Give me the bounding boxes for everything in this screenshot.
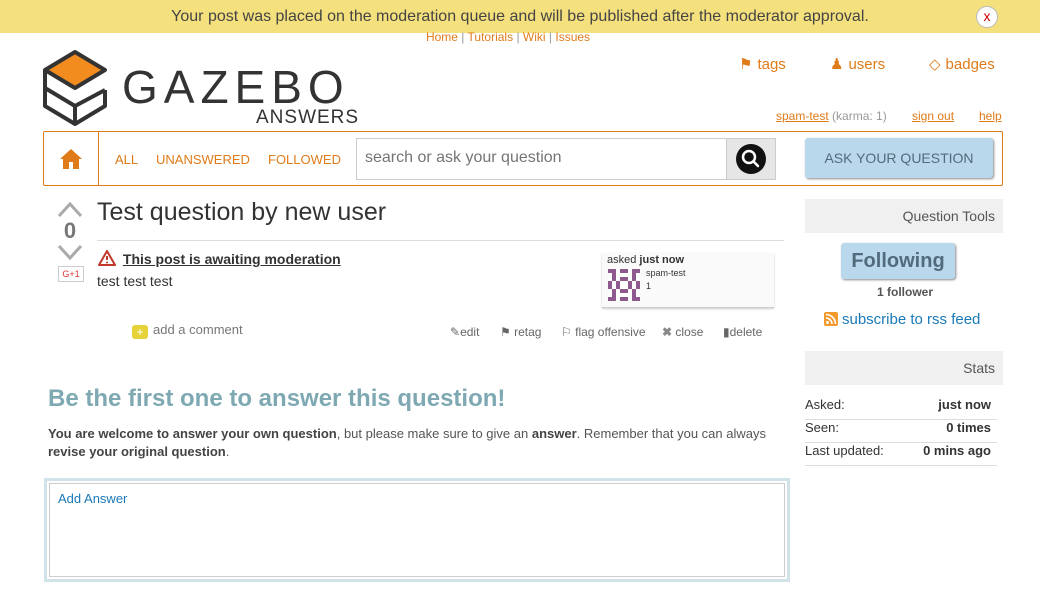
diamond-icon: ◇	[929, 56, 941, 73]
top-link-tutorials[interactable]: Tutorials	[468, 30, 514, 44]
rss-icon	[824, 312, 838, 326]
tag-icon: ⚑	[500, 325, 511, 339]
flag-icon: ⚐	[561, 325, 572, 339]
users-icon: ♟	[830, 56, 844, 73]
close-action[interactable]: ✖ close	[662, 325, 703, 339]
stat-seen: Seen: 0 times	[805, 420, 997, 443]
rss-label: subscribe to rss feed	[842, 311, 981, 328]
question-title: Test question by new user	[97, 198, 387, 226]
question-body: test test test	[97, 273, 173, 289]
trash-icon: ▮	[723, 325, 730, 339]
instr-bold-2: answer	[531, 426, 577, 441]
nav-tags[interactable]: ⚑ tags	[739, 55, 786, 73]
delete-label: delete	[729, 325, 763, 339]
add-comment-link[interactable]: + add a comment	[132, 322, 243, 339]
nav-badges-label: badges	[945, 56, 995, 73]
author-link[interactable]: spam-test	[646, 268, 686, 278]
moderation-notice: This post is awaiting moderation	[98, 250, 341, 267]
user-karma: (karma: 1)	[832, 109, 887, 123]
stat-value: just now	[938, 397, 991, 412]
close-x-icon: ✖	[662, 325, 673, 339]
scope-followed[interactable]: FOLLOWED	[268, 152, 341, 167]
stat-value: 0 mins ago	[923, 443, 991, 458]
logo-wordmark: GAZEBO	[122, 61, 350, 113]
downvote-button[interactable]	[57, 244, 83, 267]
user-info: spam-test (karma: 1)	[776, 109, 887, 123]
answer-editor-inner[interactable]: Add Answer	[49, 483, 785, 577]
stat-label: Seen:	[805, 420, 839, 435]
nav-tags-label: tags	[757, 56, 786, 73]
logo-subtitle: ANSWERS	[256, 107, 360, 128]
answer-instructions: You are welcome to answer your own quest…	[48, 425, 783, 461]
home-button[interactable]	[44, 132, 99, 185]
stat-updated: Last updated: 0 mins ago	[805, 443, 997, 466]
asked-label: asked	[607, 254, 637, 266]
top-links: Home | Tutorials | Wiki | Issues	[425, 30, 591, 44]
signout-link[interactable]: sign out	[912, 109, 954, 123]
top-link-home[interactable]: Home	[426, 30, 458, 44]
help-link[interactable]: help	[979, 109, 1002, 123]
asked-time: just now	[639, 254, 685, 266]
moderation-text: This post is awaiting moderation	[122, 251, 341, 267]
tag-icon: ⚑	[739, 56, 753, 73]
nav-users-label: users	[848, 56, 886, 73]
comment-plus-icon: +	[132, 325, 148, 339]
top-link-wiki[interactable]: Wiki	[523, 30, 546, 44]
avatar[interactable]	[608, 269, 640, 301]
home-icon	[60, 149, 82, 169]
title-divider	[97, 240, 784, 241]
add-answer-label: Add Answer	[58, 491, 128, 506]
arrow-down-icon	[57, 244, 83, 261]
scope-unanswered[interactable]: UNANSWERED	[156, 152, 250, 167]
user-link[interactable]: spam-test	[776, 109, 829, 123]
close-icon[interactable]: x	[976, 6, 998, 28]
gazebo-cube-icon	[43, 50, 107, 126]
ask-question-button[interactable]: ASK YOUR QUESTION	[805, 138, 993, 178]
add-comment-label: add a comment	[153, 322, 243, 337]
stat-asked: Asked: just now	[805, 397, 997, 420]
nav-badges[interactable]: ◇ badges	[929, 55, 995, 73]
retag-action[interactable]: ⚑ retag	[500, 325, 541, 339]
search-box	[356, 138, 776, 180]
instr-text-3: .	[225, 444, 230, 459]
scope-all[interactable]: ALL	[115, 152, 138, 167]
edit-label: edit	[460, 325, 480, 339]
search-input[interactable]	[357, 139, 733, 177]
question-tools-header: Question Tools	[805, 199, 1003, 233]
rss-link[interactable]: subscribe to rss feed	[824, 311, 980, 328]
instr-text-2: . Remember that you can always	[576, 426, 766, 441]
search-bar: ALL UNANSWERED FOLLOWED ASK YOUR QUESTIO…	[43, 131, 1003, 186]
stat-label: Last updated:	[805, 443, 884, 458]
delete-action[interactable]: ▮delete	[723, 325, 762, 339]
moderation-banner: Your post was placed on the moderation q…	[0, 0, 1040, 33]
search-button[interactable]	[726, 139, 775, 179]
flag-action[interactable]: ⚐ flag offensive	[561, 325, 646, 339]
asked-info: asked just now spam-test 1	[602, 253, 774, 308]
edit-action[interactable]: ✎edit	[450, 325, 479, 339]
arrow-up-icon	[57, 201, 83, 218]
gplus-button[interactable]: G+1	[58, 266, 84, 282]
warning-icon	[98, 250, 116, 266]
nav-users[interactable]: ♟ users	[830, 55, 885, 73]
stat-value: 0 times	[946, 420, 991, 435]
flag-label: flag offensive	[575, 325, 646, 339]
banner-message: Your post was placed on the moderation q…	[171, 8, 869, 25]
stat-label: Asked:	[805, 397, 845, 412]
search-icon	[736, 144, 766, 174]
retag-label: retag	[514, 325, 542, 339]
following-button[interactable]: Following	[841, 243, 955, 279]
follower-count: 1 follower	[876, 285, 933, 299]
instr-bold-1: You are welcome to answer your own quest…	[48, 426, 337, 441]
top-link-issues[interactable]: Issues	[555, 30, 590, 44]
stats-header: Stats	[805, 351, 1003, 385]
author-karma: 1	[646, 281, 652, 291]
instr-text-1: , but please make sure to give an	[336, 426, 532, 441]
close-label: close	[675, 325, 704, 339]
answer-heading: Be the first one to answer this question…	[48, 385, 506, 412]
answer-editor[interactable]: Add Answer	[44, 478, 790, 582]
vote-count: 0	[63, 218, 77, 243]
asked-line: asked just now	[607, 254, 684, 266]
pencil-icon: ✎	[450, 325, 461, 339]
instr-bold-3: revise your original question	[48, 444, 226, 459]
